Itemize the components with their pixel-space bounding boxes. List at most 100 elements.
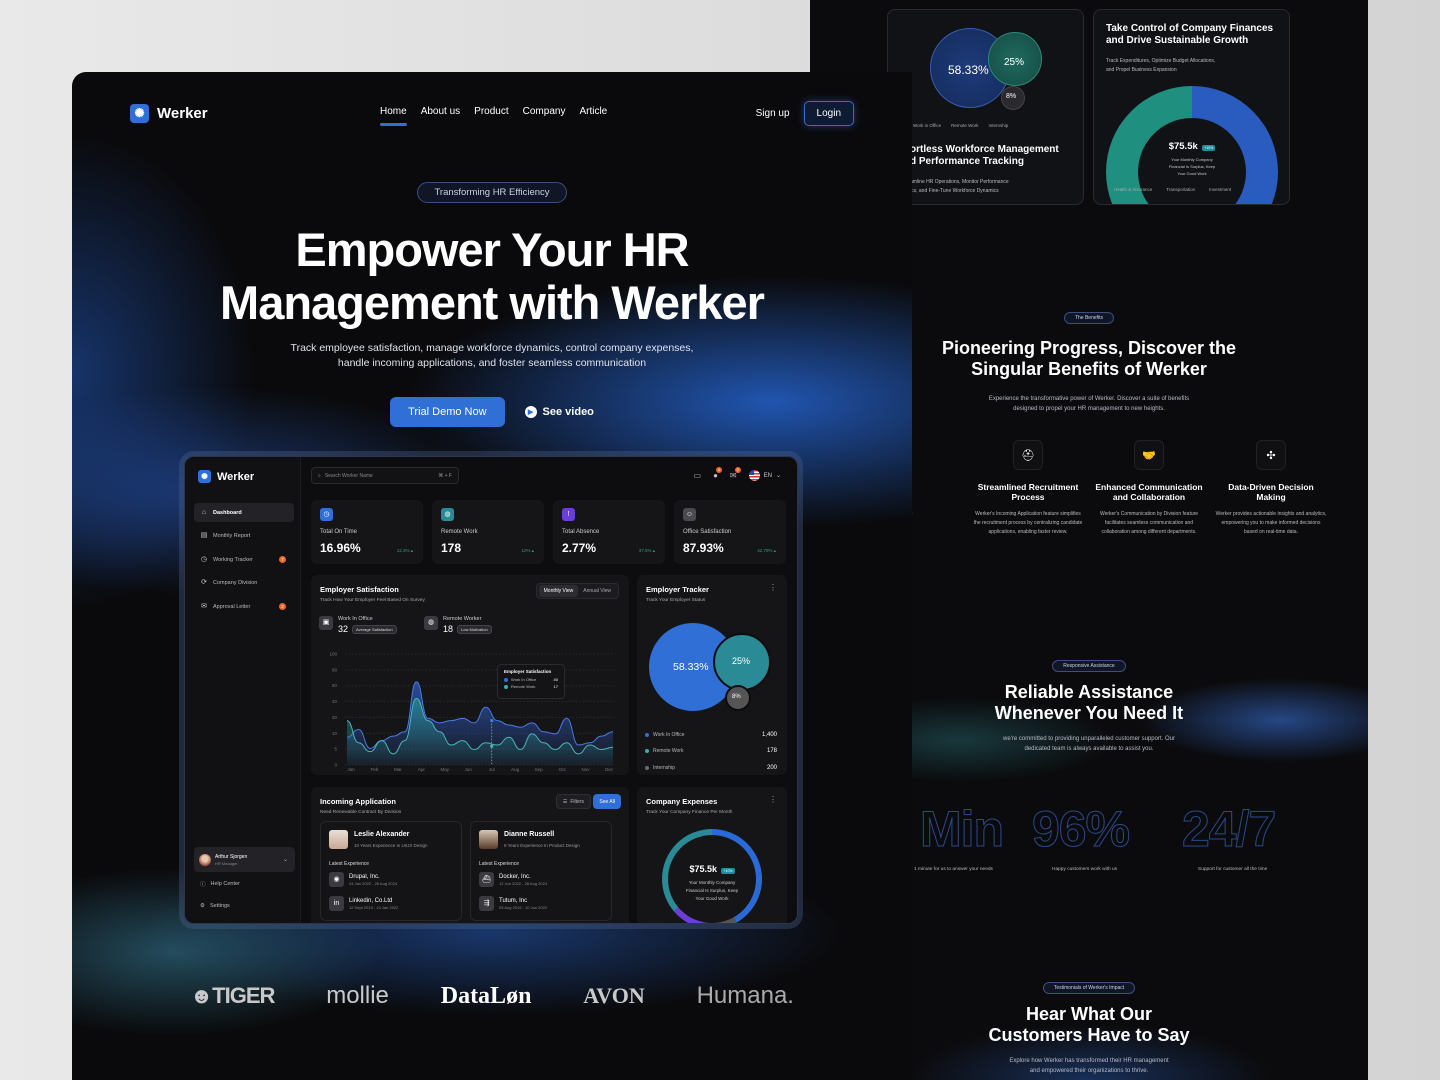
logo-tiger: ☻TIGER [190,983,275,1009]
nav-link-company[interactable]: Company [523,106,566,117]
x-tick-label: Feb [371,767,379,772]
nav-link-product[interactable]: Product [474,106,508,117]
feature-desc: Werker's Communication by Division featu… [1099,511,1199,535]
settings-link[interactable]: ⚙ Settings [200,903,230,909]
hero-cta: Trial Demo Now ▶ See video [72,397,912,427]
stat-card-remote: ◍ Remote Work 178 12% ▴ [432,500,544,564]
title-line: Take Control of Company Finances [1106,23,1274,34]
panel-title: Incoming Application [320,797,396,806]
legend-dot [645,749,649,753]
applicant-name: Dianne Russell [504,831,555,838]
sidebar-item-working-tracker[interactable]: ◷ Working Tracker 7 [194,550,294,569]
stat-value: Min [919,801,1004,858]
stat-value: 178 [441,541,462,555]
handshake-icon: 🤝 [1134,440,1164,470]
dashboard-logo[interactable]: ✺ Werker [198,470,254,483]
applications-panel: Incoming Application Need Renewable Cont… [311,787,629,923]
finance-badge: +10% [1202,145,1216,151]
logo-datalon: DataLøn [440,982,532,1009]
logo-text: TIGER [212,983,275,1008]
note-line: Your Good Work [1177,171,1207,176]
logo-avon: AVON [583,983,645,1008]
applicant-card[interactable]: Dianne Russell 9 Years Experience In Pro… [470,821,612,921]
change-value: 37.5% [638,548,652,553]
desc-line: and Propel Business Expansion [1106,67,1177,73]
expenses-panel: Company Expenses Track Your Company Fina… [637,787,787,923]
nav-links: Home About us Product Company Article [380,106,607,126]
more-options-icon[interactable]: ⋮ [769,583,777,592]
sidebar-item-dashboard[interactable]: ⌂ Dashboard [194,503,294,522]
more-options-icon[interactable]: ⋮ [769,795,777,804]
experience-item: ⛴ Docker, Inc. 12 Jun 2022 - 28 Aug 2024 [479,872,547,887]
signup-link[interactable]: Sign up [756,108,790,119]
login-button[interactable]: Login [803,100,854,126]
see-video-label: See video [542,406,594,418]
satisfaction-chart: 100 80 60 40 20 10 5 0 Jan Feb Mar Apr May Jun Jul Aug S… [329,652,615,772]
x-tick-label: Jun [465,767,473,772]
nav-link-home[interactable]: Home [380,106,407,126]
sidebar-item-monthly-report[interactable]: ▤ Monthly Report [194,527,294,546]
expenses-center: $75.5k +10% Your Monthly Company Financi… [669,859,755,903]
sidebar-item-company-division[interactable]: ⟳ Company Division [194,574,294,593]
highlight-point [490,744,494,748]
help-center-link[interactable]: ⓘ Help Center [200,880,240,888]
see-all-button[interactable]: See All [593,794,621,809]
trial-demo-button[interactable]: Trial Demo Now [390,397,505,427]
nav-link-about[interactable]: About us [421,106,460,117]
tooltip-value: 40 [553,677,558,682]
company-name: Linkedin, Co.Ltd [349,897,393,904]
search-icon: ⌕ [318,472,321,479]
note-line: Your Monthly Company [688,880,736,885]
nav-link-article[interactable]: Article [579,106,607,117]
sidebar-item-approval-letter[interactable]: ✉ Approval Letter 2 [194,597,294,616]
applicant-card[interactable]: Leslie Alexander 10 Years Experience In … [320,821,462,921]
brand-logo[interactable]: ✺ Werker [130,103,208,123]
calendar-icon[interactable]: ▭ [694,471,702,480]
panel-subtitle: Need Renewable Contract By Division [320,810,402,815]
y-tick-label: 80 [332,667,338,672]
title-line: d Performance Tracking [910,156,1024,167]
x-tick-label: Jan [347,767,355,772]
language-selector[interactable]: EN ⌄ [748,470,781,481]
see-video-button[interactable]: ▶ See video [524,406,594,418]
stat-value: 2.77% [562,541,597,555]
tooltip-label: Work In Office [511,677,537,682]
bell-icon[interactable]: ● 4 [713,467,722,480]
clock-icon: ◷ [200,555,208,563]
legend-dot [645,733,649,737]
filters-button[interactable]: ☰ Filters [555,794,591,809]
tooltip-label: Remote Work [511,684,536,689]
legend-item: Investment [1209,187,1232,192]
arrows-split-icon: ✣ [1256,440,1286,470]
gear-icon: ⚙ [200,903,205,909]
logo-mollie: mollie [326,982,389,1009]
legend-label: Internship [653,765,675,771]
company-dates: 12 Sept 2019 - 10 Jan 2022 [349,904,399,910]
legend-row: Remote Work 178 [645,748,777,754]
search-input[interactable]: ⌕ Search Worker Name ⌘ + F [311,467,459,484]
panel-title: Employer Tracker [646,585,709,594]
title-line: Process [1011,492,1045,502]
title-line: Streamlined Recruitment [977,482,1079,492]
legend-value: 1,400 [761,732,777,738]
home-icon: ⌂ [201,508,207,516]
stat-value: 16.96% [320,541,361,555]
legend-item: Work in Office [913,123,942,128]
finance-card: Take Control of Company Finances and Dri… [1093,9,1290,205]
finance-center: $75.5k +10% Your Monthly Company Financi… [1154,136,1230,177]
file-icon: ▤ [200,532,208,539]
bubble-label: 8% [1006,93,1017,100]
user-profile[interactable]: Arthur Sjorgen HR Manager ⌄ [194,847,295,872]
linkedin-icon: in [329,896,344,911]
y-tick-label: 10 [332,731,338,736]
highlight-point [490,719,494,723]
latest-experience-label: Latest Experience [329,861,370,867]
testimonials-pill: Testimonials of Werker's Impact [1042,982,1136,994]
desc-line: amline HR Operations, Monitor Performanc… [910,179,1009,185]
legend-row: Internship 200 [645,765,777,771]
mail-icon[interactable]: ✉ 2 [730,467,741,480]
desc-line: Track Expenditures, Optimize Budget Allo… [1106,58,1216,64]
title-line: and Collaboration [1112,492,1186,502]
title-line: Making [1256,492,1286,502]
stat-change: 37.5% ▴ [638,548,655,553]
